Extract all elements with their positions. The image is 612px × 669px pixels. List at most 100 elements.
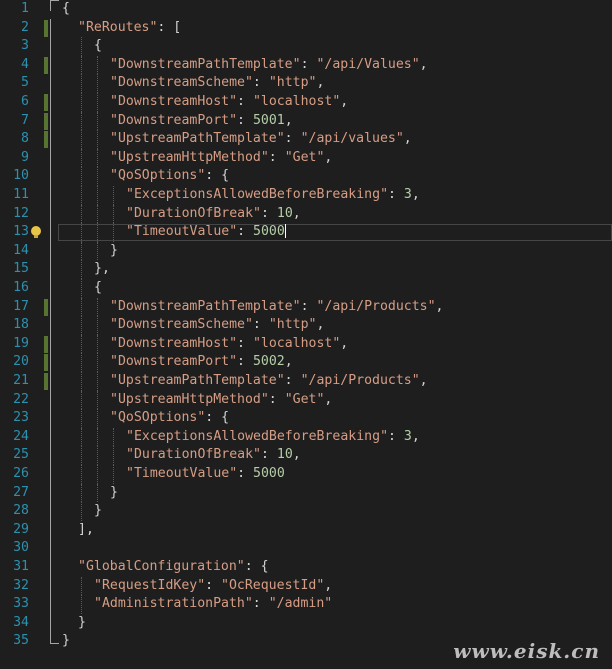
code-line[interactable]: 6 "DownstreamHost": "localhost", <box>0 93 612 112</box>
code-line[interactable]: 11 "ExceptionsAllowedBeforeBreaking": 3, <box>0 186 612 205</box>
code-line[interactable]: 15}, <box>0 260 612 279</box>
code-line[interactable]: 7 "DownstreamPort": 5001, <box>0 111 612 131</box>
indent-guide <box>113 204 114 224</box>
fold-guide <box>50 353 51 372</box>
indent-guide <box>97 186 98 205</box>
punctuation-token: : <box>237 354 253 370</box>
fold-guide <box>50 520 51 540</box>
string-token: "/admin" <box>268 596 333 612</box>
code-line[interactable]: 14} <box>0 241 612 261</box>
punctuation-token: : { <box>205 168 230 184</box>
code-line[interactable]: 9 "UpstreamHttpMethod": "Get", <box>0 148 612 168</box>
code-line[interactable]: 31 "GlobalConfiguration": { <box>0 558 612 577</box>
code-editor[interactable]: 1{2 "ReRoutes": [3{4 "DownstreamPathTempla… <box>0 0 612 669</box>
code-text: "TimeoutValue": 5000 <box>126 223 286 242</box>
punctuation-token: , <box>340 94 349 109</box>
indent-guide <box>97 241 98 261</box>
code-line[interactable]: 18 "DownstreamScheme": "http", <box>0 316 612 335</box>
punctuation-token: , <box>419 56 428 72</box>
indent-guide <box>81 390 82 410</box>
code-line[interactable]: 29], <box>0 520 612 540</box>
punctuation-token: , <box>316 317 325 333</box>
code-text: "DownstreamPort": 5002, <box>110 353 293 372</box>
code-text: "GlobalConfiguration": { <box>78 558 269 577</box>
code-text: "UpstreamHttpMethod": "Get", <box>110 149 332 168</box>
code-line[interactable]: 30 <box>0 539 612 558</box>
code-line[interactable]: 20 "DownstreamPort": 5002, <box>0 353 612 372</box>
lightbulb-icon[interactable] <box>31 226 41 239</box>
code-text: }, <box>94 260 110 279</box>
code-line[interactable]: 27} <box>0 483 612 503</box>
indent-guide <box>81 334 82 354</box>
code-line[interactable]: 16 { <box>0 279 612 298</box>
indent-guide <box>81 427 82 447</box>
code-line[interactable]: 13 "TimeoutValue": 5000 <box>0 223 612 242</box>
string-token: "OcRequestId" <box>221 577 325 593</box>
code-text: { <box>62 0 70 19</box>
fold-guide[interactable] <box>50 0 59 11</box>
line-number: 18 <box>13 317 29 333</box>
fold-guide <box>50 558 51 577</box>
string-token: "http" <box>268 75 317 91</box>
fold-guide <box>50 390 51 410</box>
indent-guide <box>81 483 82 503</box>
punctuation-token: } <box>62 633 70 649</box>
fold-guide <box>50 372 51 391</box>
code-line[interactable]: 28} <box>0 502 612 521</box>
code-line[interactable]: 17 "DownstreamPathTemplate": "/api/Produc… <box>0 297 612 317</box>
fold-guide <box>50 334 51 354</box>
indent-guide <box>97 465 98 484</box>
code-text: "ReRoutes": [ <box>78 19 181 38</box>
code-line[interactable]: 33 "AdministrationPath": "/admin" <box>0 595 612 614</box>
string-token: "DownstreamPort" <box>110 354 238 370</box>
code-line[interactable]: 2 "ReRoutes": [ <box>0 18 612 38</box>
indent-guide <box>97 74 98 93</box>
code-text: } <box>62 632 70 651</box>
fold-guide <box>50 130 51 149</box>
code-line[interactable]: 3{ <box>0 37 612 56</box>
punctuation-token: , <box>435 298 444 314</box>
code-line[interactable]: 10 "QoSOptions": { <box>0 167 612 186</box>
punctuation-token: { <box>94 280 102 295</box>
punctuation-token: { <box>62 1 70 16</box>
fold-guide <box>50 465 51 484</box>
string-token: "DownstreamPort" <box>110 112 238 128</box>
string-token: "UpstreamHttpMethod" <box>110 391 269 407</box>
code-line[interactable]: 12 "DurationOfBreak": 10, <box>0 204 612 224</box>
line-number: 9 <box>21 149 29 165</box>
code-line[interactable]: 8 "UpstreamPathTemplate": "/api/values", <box>0 130 612 149</box>
line-number: 8 <box>21 131 29 147</box>
punctuation-token: : <box>388 428 404 444</box>
indent-guide <box>81 37 82 56</box>
line-number: 24 <box>13 428 29 444</box>
code-text: { <box>94 279 102 298</box>
fold-guide <box>50 37 51 56</box>
punctuation-token: }, <box>94 261 110 277</box>
punctuation-token: } <box>78 614 86 630</box>
code-line[interactable]: 34} <box>0 613 612 633</box>
number-token: 5000 <box>253 224 285 240</box>
fold-guide <box>50 74 51 93</box>
code-text: { <box>94 37 102 56</box>
indent-guide <box>97 483 98 503</box>
code-line[interactable]: 4 "DownstreamPathTemplate": "/api/Values"… <box>0 55 612 75</box>
fold-guide <box>50 316 51 335</box>
code-text: "DownstreamScheme": "http", <box>110 316 324 335</box>
code-line[interactable]: 22 "UpstreamHttpMethod": "Get", <box>0 390 612 410</box>
code-line[interactable]: 32 "RequestIdKey": "OcRequestId", <box>0 576 612 596</box>
fold-guide <box>50 446 51 465</box>
code-text: "UpstreamHttpMethod": "Get", <box>110 391 332 410</box>
code-line[interactable]: 21 "UpstreamPathTemplate": "/api/Products… <box>0 372 612 391</box>
code-line[interactable]: 25 "DurationOfBreak": 10, <box>0 446 612 465</box>
line-number: 5 <box>21 75 29 91</box>
code-line[interactable]: 1{ <box>0 0 612 19</box>
line-number: 25 <box>13 447 29 463</box>
code-line[interactable]: 19 "DownstreamHost": "localhost", <box>0 334 612 354</box>
code-line[interactable]: 23 "QoSOptions": { <box>0 409 612 428</box>
code-line[interactable]: 5 "DownstreamScheme": "http", <box>0 74 612 93</box>
indent-guide <box>81 241 82 261</box>
code-line[interactable]: 24 "ExceptionsAllowedBeforeBreaking": 3, <box>0 427 612 447</box>
string-token: "localhost" <box>252 335 341 351</box>
code-line[interactable]: 26 "TimeoutValue": 5000 <box>0 465 612 484</box>
string-token: "DownstreamHost" <box>110 94 238 109</box>
